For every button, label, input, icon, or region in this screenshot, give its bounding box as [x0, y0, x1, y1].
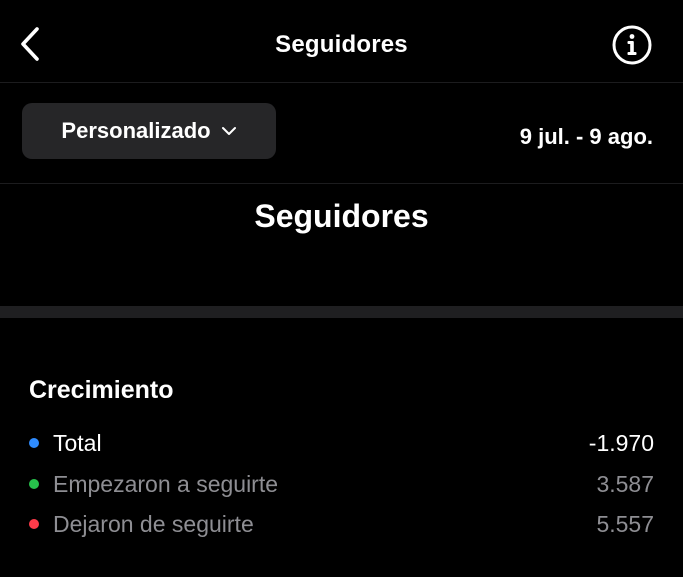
metric-row-total: Total -1.970 — [29, 428, 654, 458]
section-divider — [0, 306, 683, 318]
metric-row-unfollows: Dejaron de seguirte 5.557 — [29, 509, 654, 539]
date-filter-row: Personalizado 9 jul. - 9 ago. — [0, 83, 683, 184]
metric-label-total: Total — [53, 429, 102, 456]
page-title: Seguidores — [275, 31, 408, 58]
followers-insights-screen: Seguidores Personalizado 9 jul. - 9 ago.… — [0, 0, 683, 577]
growth-heading: Crecimiento — [29, 376, 174, 404]
metric-value-unfollows: 5.557 — [596, 510, 654, 537]
date-range: 9 jul. - 9 ago. — [519, 124, 653, 149]
metric-row-new-followers: Empezaron a seguirte 3.587 — [29, 469, 654, 499]
metric-label-unfollows: Dejaron de seguirte — [53, 510, 254, 537]
info-button[interactable] — [611, 24, 653, 66]
period-dropdown-label: Personalizado — [61, 118, 211, 143]
period-dropdown[interactable]: Personalizado — [22, 103, 276, 159]
total-legend-dot — [29, 438, 39, 448]
chevron-down-icon — [221, 127, 236, 135]
top-navigation-bar: Seguidores — [0, 0, 683, 83]
section-title: Seguidores — [254, 198, 429, 234]
unfollows-legend-dot — [29, 519, 39, 529]
metric-label-new-followers: Empezaron a seguirte — [53, 470, 279, 497]
metric-value-new-followers: 3.587 — [596, 470, 654, 497]
metric-value-total: -1.970 — [588, 429, 654, 456]
info-circle-icon — [612, 25, 652, 65]
new-followers-legend-dot — [29, 479, 39, 489]
